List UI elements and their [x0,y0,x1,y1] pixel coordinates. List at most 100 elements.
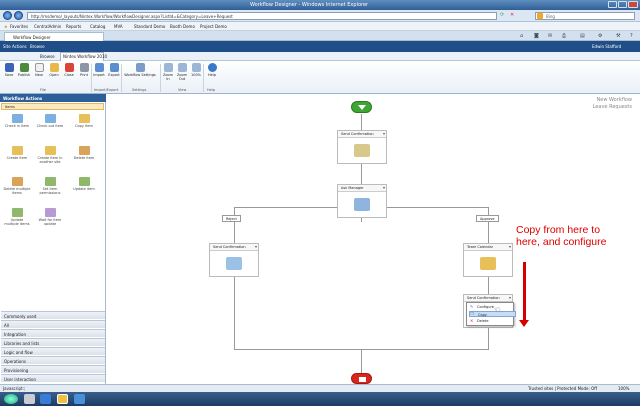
import-icon [94,63,104,72]
dropdown-icon: ▾ [508,295,511,300]
category-user-interaction[interactable]: User interaction [1,374,105,382]
menu-delete[interactable]: Delete [469,318,516,324]
category-commonly-used[interactable]: Commonly used [1,311,105,319]
safety-menu-icon[interactable]: ⚙ [598,33,602,39]
print-icon[interactable]: ⎙ [562,33,566,39]
connector [488,207,489,243]
browse-link[interactable]: Browse [30,44,45,49]
action-box-header[interactable]: Send Confirmation ▾ [464,295,512,302]
connector [361,164,362,184]
publish-button[interactable]: Publish [17,63,31,77]
search-input[interactable]: Bing [535,12,635,20]
category-integration[interactable]: Integration [1,329,105,337]
fav-standard-demo[interactable]: Standard Demo [134,24,165,29]
help-ribbon-icon [207,63,217,72]
action-create-item-another-site[interactable]: Create item in another site [36,146,64,164]
action-box-send-confirmation-1[interactable]: Send Confirmation ▾ [337,130,387,164]
url-input[interactable]: http://msdemo/_layouts/Nintex.Workflow/W… [27,12,497,20]
zoom-text[interactable]: 100% [618,386,629,391]
feeds-icon[interactable]: ◙ [534,33,539,39]
ribbon-tab-browse[interactable]: Browse [40,54,55,59]
action-check-out-item[interactable]: Check out item [36,114,64,128]
fav-mva[interactable]: MVA [114,24,123,29]
start-node[interactable] [351,101,372,113]
workflow-settings-button[interactable]: Workflow Settings [122,63,158,77]
action-create-item[interactable]: Create item [3,146,31,160]
help-button[interactable]: Help [205,63,219,77]
save-button[interactable]: Save [2,63,16,77]
open-button[interactable]: Open [47,63,61,77]
close-button[interactable] [628,1,638,8]
branch-reject[interactable]: Reject [222,215,241,222]
category-operations[interactable]: Operations [1,356,105,364]
menu-copy[interactable]: Copy [469,311,516,317]
taskbar-server-icon[interactable] [24,394,35,404]
action-box-header[interactable]: Ask Manager ▾ [338,185,386,192]
home-icon[interactable]: ⌂ [520,33,523,39]
action-box-header[interactable]: Team Calendar ▾ [464,244,512,251]
user-menu[interactable]: Edwin Stafford [592,44,621,49]
taskbar-ie-icon[interactable] [57,394,68,404]
action-set-item-permissions[interactable]: Set item permissions [36,177,64,195]
close-wf-button[interactable]: Close [62,63,76,77]
maximize-button[interactable] [618,1,627,8]
end-node[interactable] [351,373,372,384]
fav-reports[interactable]: Reports [66,24,81,29]
fav-catalog[interactable]: Catalog [90,24,105,29]
category-provisioning[interactable]: Provisioning [1,365,105,373]
mail-icon[interactable]: ✉ [548,33,552,39]
fav-centraladmin[interactable]: CentralAdmin [34,24,61,29]
group-import-export: Import/Export [94,88,119,92]
page-menu-icon[interactable]: ▤ [580,33,585,39]
action-box-header[interactable]: Send Confirmation ▾ [338,131,386,138]
fav-booth-demo[interactable]: Booth Demo [170,24,195,29]
category-logic-flow[interactable]: Logic and flow [1,347,105,355]
action-box-header[interactable]: Send Confirmation ▾ [210,244,258,251]
menu-configure[interactable]: Configure [469,304,516,310]
action-box-team-calendar[interactable]: Team Calendar ▾ [463,243,513,277]
branch-approve[interactable]: Approve [476,215,499,222]
create-item-site-icon [44,146,56,155]
browser-tab[interactable]: Workflow Designer [4,32,104,41]
taskbar-explorer-icon[interactable] [74,394,85,404]
category-all[interactable]: All [1,320,105,328]
favorites-label[interactable]: Favorites [10,24,28,29]
stop-icon[interactable]: ✕ [510,12,514,18]
tools-menu-icon[interactable]: ⚒ [616,33,620,39]
back-button[interactable] [3,11,12,20]
category-select[interactable]: Items [1,103,104,110]
refresh-icon[interactable]: ⟳ [500,12,504,18]
fav-project-demo[interactable]: Project Demo [200,24,227,29]
print-button[interactable]: Print [77,63,91,77]
import-button[interactable]: Import [92,63,106,77]
forward-button[interactable] [14,11,23,20]
category-libraries-lists[interactable]: Libraries and lists [1,338,105,346]
window-title: Workflow Designer - Windows Internet Exp… [250,2,369,8]
new-button[interactable]: New [32,63,46,77]
connector [488,328,489,349]
site-actions-menu[interactable]: Site Actions [3,44,27,49]
dropdown-icon: ▾ [382,185,385,190]
zoom-out-button[interactable]: Zoom Out [175,63,189,81]
start-button[interactable] [4,394,18,404]
action-delete-item[interactable]: Delete item [70,146,98,160]
taskbar-powershell-icon[interactable] [40,394,51,404]
annotation-arrowhead [519,320,529,327]
action-delete-multiple-items[interactable]: Delete multiple items [3,177,31,195]
zoom-100-button[interactable]: 100% [189,63,203,77]
favorites-star-icon[interactable]: ★ [4,24,8,29]
minimize-button[interactable] [608,1,617,8]
browser-tab-row: Workflow Designer ⌂ ◙ ✉ ⎙ ▤ ⚙ ⚒ ? [0,31,640,41]
ribbon-tab-nintex[interactable]: Nintex Workflow 2010 [63,54,107,59]
help-icon[interactable]: ? [630,33,633,39]
zoom-in-button[interactable]: Zoom In [161,63,175,81]
action-box-ask-manager[interactable]: Ask Manager ▾ [337,184,387,218]
export-button[interactable]: Export [107,63,121,77]
action-check-in-item[interactable]: Check in item [3,114,31,128]
canvas-title: New Workflow [596,97,632,103]
action-update-item[interactable]: Update item [70,177,98,191]
action-update-multiple-items[interactable]: Update multiple items [3,208,31,226]
action-box-send-confirmation-2[interactable]: Send Confirmation ▾ [209,243,259,277]
action-copy-item[interactable]: Copy item [70,114,98,128]
action-wait-for-item-update[interactable]: Wait for item update [36,208,64,226]
